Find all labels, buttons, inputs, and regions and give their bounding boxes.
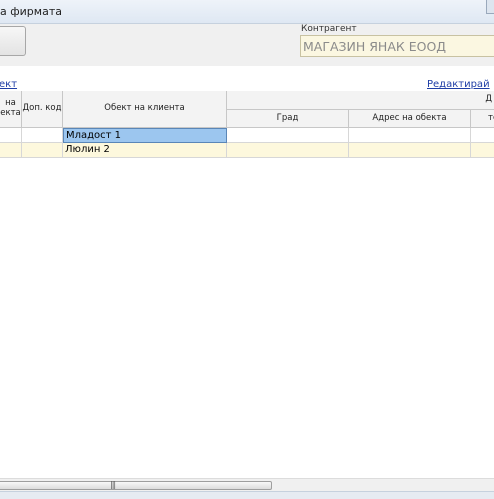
window-title: а фирмата — [0, 5, 62, 18]
status-bar — [0, 491, 494, 499]
cell-object-name[interactable] — [0, 143, 22, 158]
toolbar-area: Контрагент МАГАЗИН ЯНАК ЕООД — [0, 24, 494, 66]
contragent-label: Контрагент — [301, 24, 357, 34]
cell-address[interactable] — [349, 143, 471, 158]
scrollbar-grip-icon: ||| — [110, 480, 116, 489]
cell-doc-code[interactable] — [22, 128, 63, 143]
contragent-field[interactable]: МАГАЗИН ЯНАК ЕООД — [300, 35, 494, 57]
window-control[interactable] — [486, 0, 494, 14]
header-doc-code[interactable]: Доп. код — [22, 91, 63, 128]
objects-grid: на екта Доп. код Обект на клиента Д Град… — [0, 91, 494, 476]
object-link[interactable]: ект — [0, 79, 17, 90]
edit-link[interactable]: Редактирай — [427, 79, 490, 90]
header-phone[interactable]: те — [471, 110, 494, 128]
title-bar: а фирмата — [0, 0, 494, 24]
header-city[interactable]: Град — [227, 110, 349, 128]
header-object-name[interactable]: на екта — [0, 91, 22, 128]
cell-doc-code[interactable] — [22, 143, 63, 158]
cell-phone[interactable] — [471, 143, 494, 158]
cell-city[interactable] — [227, 128, 349, 143]
cell-client-object[interactable]: Люлин 2 — [63, 143, 227, 158]
cell-client-object[interactable]: Младост 1 — [63, 128, 227, 143]
scrollbar-thumb[interactable]: ||| — [0, 480, 272, 490]
cell-address[interactable] — [349, 128, 471, 143]
horizontal-scrollbar[interactable]: ||| — [0, 478, 494, 491]
cell-city[interactable] — [227, 143, 349, 158]
header-address[interactable]: Адрес на обекта — [349, 110, 471, 128]
header-client-object[interactable]: Обект на клиента — [63, 91, 227, 128]
toolbar-button[interactable] — [0, 26, 26, 56]
cell-object-name[interactable] — [0, 128, 22, 143]
header-group-address: Д — [227, 91, 494, 110]
cell-phone[interactable] — [471, 128, 494, 143]
